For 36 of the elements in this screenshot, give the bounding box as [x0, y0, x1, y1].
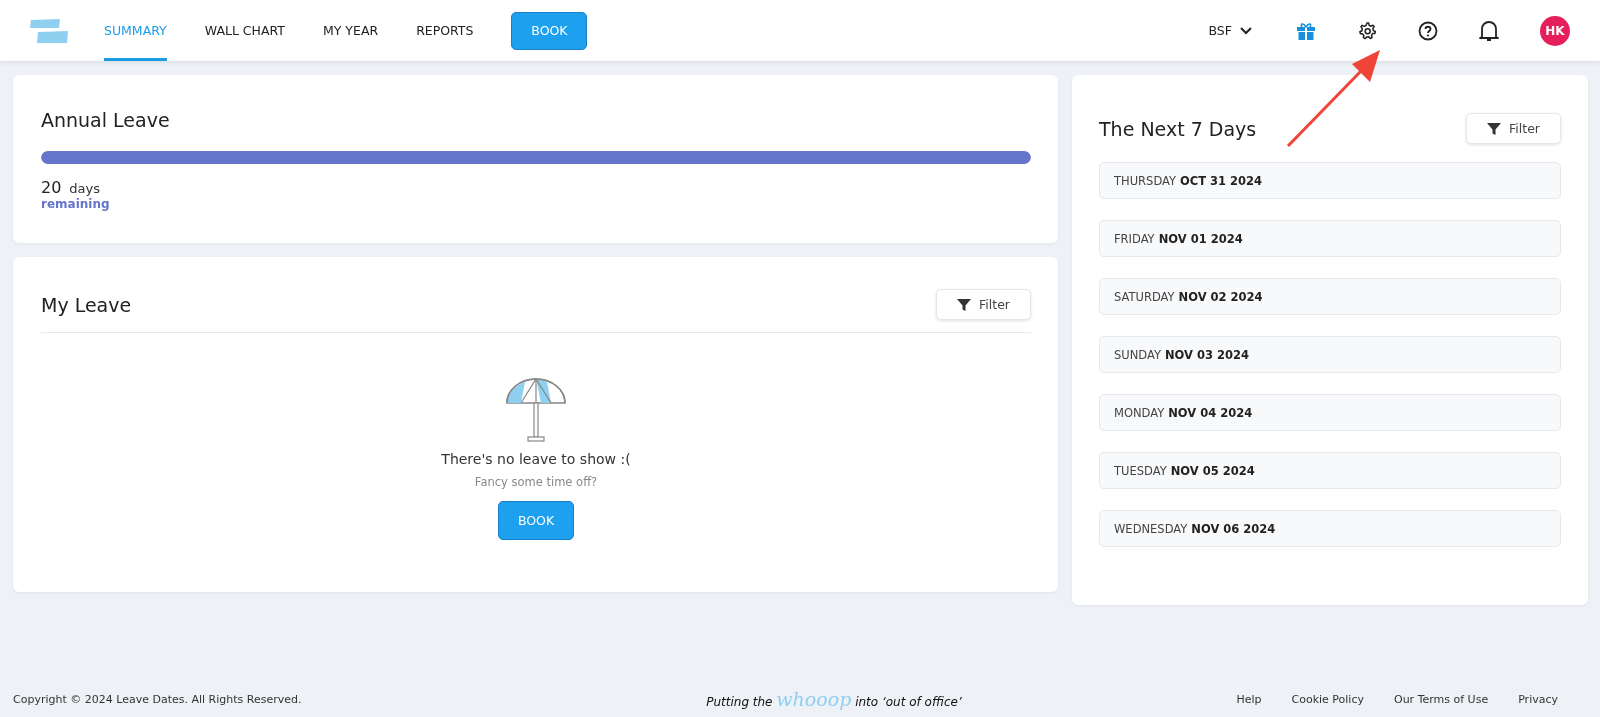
- chevron-down-icon: [1240, 26, 1252, 35]
- gift-icon[interactable]: [1296, 20, 1316, 41]
- filter-icon: [1487, 121, 1502, 136]
- footer-link[interactable]: Our Terms of Use: [1394, 692, 1489, 706]
- umbrella-icon: [505, 377, 567, 443]
- day-row: THURSDAY OCT 31 2024: [1099, 162, 1561, 199]
- day-row: SUNDAY NOV 03 2024: [1099, 336, 1561, 373]
- notification-bell-icon[interactable]: [1479, 19, 1499, 42]
- nav-tab[interactable]: REPORTS: [416, 0, 474, 61]
- filter-button[interactable]: Filter: [936, 289, 1031, 320]
- nav-tab[interactable]: WALL CHART: [204, 0, 285, 61]
- empty-state-subtitle: Fancy some time off?: [474, 475, 598, 489]
- org-selector[interactable]: BSF: [1202, 22, 1258, 39]
- card-title: Annual Leave: [41, 109, 171, 131]
- footer-link[interactable]: Cookie Policy: [1291, 692, 1364, 706]
- day-row: SATURDAY NOV 02 2024: [1099, 278, 1561, 315]
- help-icon[interactable]: [1418, 20, 1438, 41]
- day-row: MONDAY NOV 04 2024: [1099, 394, 1561, 431]
- tagline: Putting the whooop into ‘out of office’: [706, 688, 962, 710]
- day-row: TUESDAY NOV 05 2024: [1099, 452, 1561, 489]
- card-title: The Next 7 Days: [1099, 117, 1257, 140]
- filter-icon: [957, 297, 972, 312]
- days-count: 20: [41, 178, 62, 197]
- settings-icon[interactable]: [1357, 20, 1377, 41]
- remaining-caption: remaining: [41, 197, 111, 211]
- footer-link[interactable]: Privacy: [1518, 692, 1558, 706]
- user-avatar[interactable]: HK: [1540, 15, 1570, 46]
- copyright-text: Copyright © 2024 Leave Dates. All Rights Reserved.: [13, 692, 302, 706]
- empty-state-title: There's no leave to show :(: [441, 451, 631, 467]
- day-row: WEDNESDAY NOV 06 2024: [1099, 510, 1561, 547]
- days-unit: days: [69, 181, 101, 196]
- nav-tab[interactable]: MY YEAR: [322, 0, 379, 61]
- day-row: FRIDAY NOV 01 2024: [1099, 220, 1561, 257]
- filter-button[interactable]: Filter: [1466, 113, 1561, 144]
- card-title: My Leave: [41, 293, 132, 316]
- footer-link[interactable]: Help: [1236, 692, 1262, 706]
